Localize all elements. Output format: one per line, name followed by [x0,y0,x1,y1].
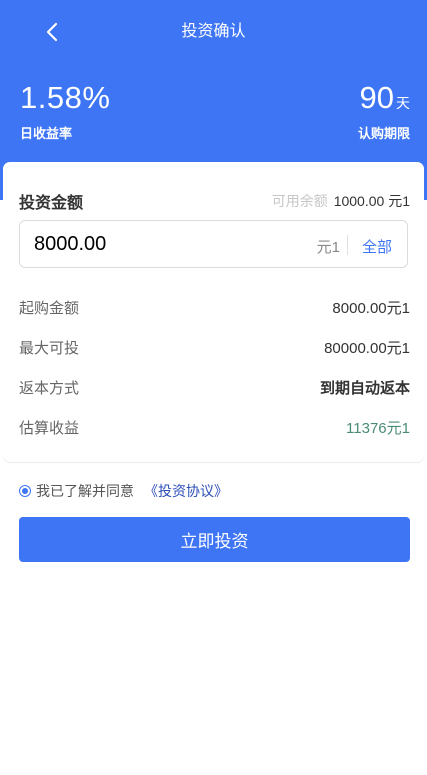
amount-input[interactable] [34,229,294,259]
invest-now-button[interactable]: 立即投资 [19,517,410,562]
detail-label: 估算收益 [19,419,80,437]
detail-row-estimated-profit: 估算收益 11376元1 [19,415,410,439]
detail-label: 起购金额 [19,299,80,317]
subscription-term: 90 天 认购期限 [358,78,410,142]
detail-row-repayment: 返本方式 到期自动返本 [19,375,410,399]
term-value-line: 90 天 [358,78,410,118]
term-unit: 天 [396,95,410,111]
daily-rate: 1.58% 日收益率 [20,78,110,142]
balance-value: 1000.00 元1 [333,193,410,209]
amount-input-box: 元1 全部 [19,220,408,268]
all-button[interactable]: 全部 [362,236,392,257]
detail-label: 返本方式 [19,379,80,397]
detail-value: 80000.00元1 [324,339,410,357]
daily-rate-label: 日收益率 [20,126,73,141]
divider [347,235,348,255]
empty-area [0,590,427,775]
detail-label: 最大可投 [19,339,80,357]
detail-value: 8000.00元1 [332,299,410,317]
agreement-link[interactable]: 《投资协议》 [144,481,228,501]
amount-unit: 元1 [316,239,340,256]
agreement-radio[interactable] [19,485,31,497]
agreement-text: 我已了解并同意 [36,483,134,499]
radio-dot [22,488,28,494]
term-value: 90 [359,80,394,115]
investment-card: 投资金额 可用余额 1000.00 元1 元1 全部 起购金额 8000.00元1… [3,162,424,462]
page-title: 投资确认 [181,23,246,40]
detail-value: 11376元1 [346,419,410,437]
detail-row-min-amount: 起购金额 8000.00元1 [19,295,410,319]
term-label: 认购期限 [357,126,410,141]
available-balance: 可用余额 1000.00 元1 [272,191,410,211]
amount-title: 投资金额 [19,195,84,212]
amount-header: 投资金额 可用余额 1000.00 元1 [19,190,410,212]
balance-label: 可用余额 [271,193,328,209]
detail-row-max-amount: 最大可投 80000.00元1 [19,335,410,359]
daily-rate-value: 1.58% [20,80,111,115]
agreement-row: 我已了解并同意 《投资协议》 [19,481,228,501]
detail-value: 到期自动返本 [319,379,410,397]
